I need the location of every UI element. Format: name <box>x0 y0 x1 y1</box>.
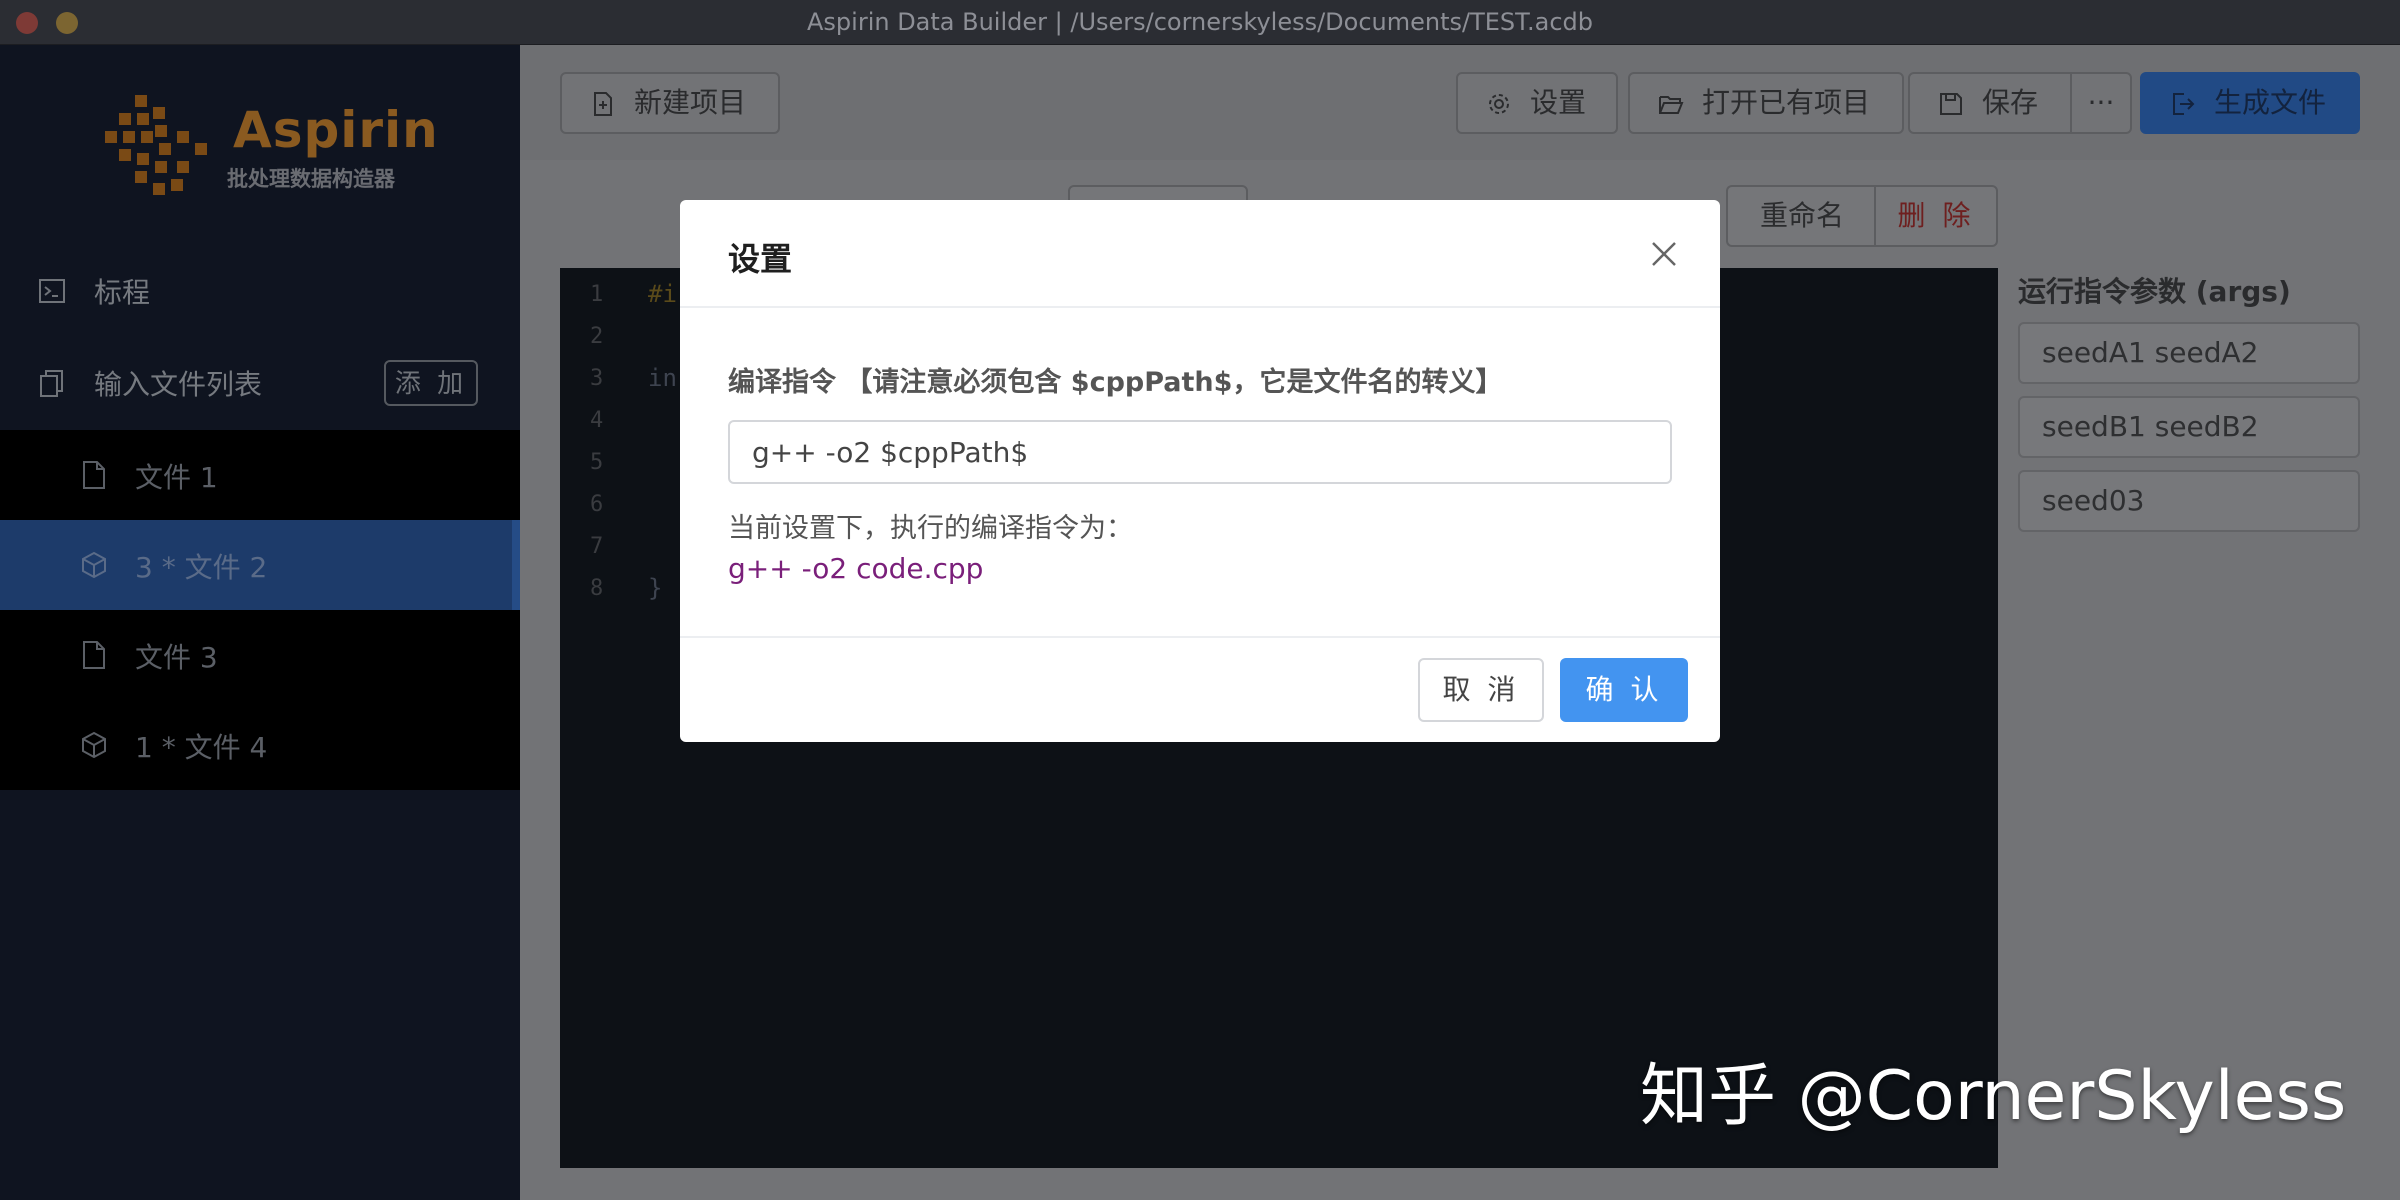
cancel-button[interactable]: 取 消 <box>1418 658 1544 722</box>
settings-dialog: 设置 编译指令 【请注意必须包含 $cppPath$，它是文件名的转义】 当前设… <box>680 200 1720 742</box>
dialog-title: 设置 <box>728 240 793 278</box>
compile-hint: 当前设置下，执行的编译指令为： <box>728 513 1133 544</box>
save-icon <box>1940 93 1962 115</box>
arg-input[interactable]: seedB1 seedB2 <box>2018 396 2360 458</box>
cube-icon <box>82 551 106 579</box>
line-number: 3 <box>590 366 604 391</box>
compile-command-label: 编译指令 【请注意必须包含 $cppPath$，它是文件名的转义】 <box>728 367 1503 398</box>
more-button[interactable]: ··· <box>2070 72 2132 134</box>
line-number: 7 <box>590 534 604 559</box>
settings-button[interactable]: 设置 <box>1456 72 1618 134</box>
sidebar-item-standard[interactable]: 标程 <box>0 245 520 335</box>
logo-name: Aspirin <box>233 101 439 159</box>
code-line: } <box>648 574 663 602</box>
add-file-button[interactable]: 添 加 <box>384 360 478 406</box>
new-project-button[interactable]: 新建项目 <box>560 72 780 134</box>
dialog-header: 设置 <box>680 200 1720 308</box>
delete-button[interactable]: 删 除 <box>1874 185 1998 247</box>
copy-icon <box>40 370 63 397</box>
file-icon <box>83 461 105 489</box>
file-label: 文件 3 <box>135 641 218 674</box>
save-button[interactable]: 保存 <box>1908 72 2072 134</box>
line-number: 2 <box>590 324 604 349</box>
file-label: 文件 1 <box>135 461 218 494</box>
sidebar-item-label: 标程 <box>94 276 151 309</box>
list-item[interactable]: 文件 1 <box>0 430 520 520</box>
file-list: 文件 1 3 * 文件 2 文件 3 1 * 文件 4 <box>0 430 520 790</box>
sidebar-item-label: 输入文件列表 <box>94 368 263 401</box>
generate-files-button[interactable]: 生成文件 <box>2140 72 2360 134</box>
file-icon <box>83 641 105 669</box>
line-number: 5 <box>590 450 604 475</box>
line-number: 6 <box>590 492 604 517</box>
line-number: 1 <box>590 282 604 307</box>
export-icon <box>2173 93 2195 115</box>
line-number: 8 <box>590 576 604 601</box>
line-number: 4 <box>590 408 604 433</box>
generate-files-label: 生成文件 <box>2214 86 2327 119</box>
watermark: 知乎 @CornerSkyless <box>1640 1057 2347 1136</box>
args-title: 运行指令参数 (args) <box>2018 275 2291 308</box>
sidebar: Aspirin 批处理数据构造器 标程 输入文件列表 添 加 文件 1 3 * … <box>0 45 520 1200</box>
close-icon[interactable] <box>1648 238 1680 270</box>
window-titlebar: Aspirin Data Builder | /Users/cornerskyl… <box>0 0 2400 45</box>
code-line: #i <box>648 280 677 308</box>
confirm-button[interactable]: 确 认 <box>1560 658 1688 722</box>
cube-icon <box>82 731 106 759</box>
gear-icon <box>1489 94 1509 114</box>
terminal-icon <box>39 279 65 303</box>
rename-button[interactable]: 重命名 <box>1726 185 1876 247</box>
compile-result: g++ -o2 code.cpp <box>728 552 984 585</box>
list-item[interactable]: 文件 3 <box>0 610 520 700</box>
compile-command-input[interactable] <box>728 420 1672 484</box>
folder-open-icon <box>1659 96 1684 114</box>
arg-input[interactable]: seed03 <box>2018 470 2360 532</box>
list-item[interactable]: 3 * 文件 2 <box>0 520 520 610</box>
arg-input[interactable]: seedA1 seedA2 <box>2018 322 2360 384</box>
save-label: 保存 <box>1982 86 2039 119</box>
app-logo: Aspirin 批处理数据构造器 <box>105 95 438 205</box>
code-line: in <box>648 364 677 392</box>
window-title: Aspirin Data Builder | /Users/cornerskyl… <box>807 8 1593 36</box>
open-project-button[interactable]: 打开已有项目 <box>1628 72 1904 134</box>
new-project-label: 新建项目 <box>634 86 747 119</box>
settings-label: 设置 <box>1530 86 1587 119</box>
list-item[interactable]: 1 * 文件 4 <box>0 700 520 790</box>
file-label: 1 * 文件 4 <box>135 731 268 764</box>
logo-grid-icon <box>105 95 215 201</box>
open-project-label: 打开已有项目 <box>1702 86 1871 119</box>
logo-subtitle: 批处理数据构造器 <box>227 167 395 191</box>
file-add-icon <box>594 92 612 116</box>
file-label: 3 * 文件 2 <box>135 551 268 584</box>
